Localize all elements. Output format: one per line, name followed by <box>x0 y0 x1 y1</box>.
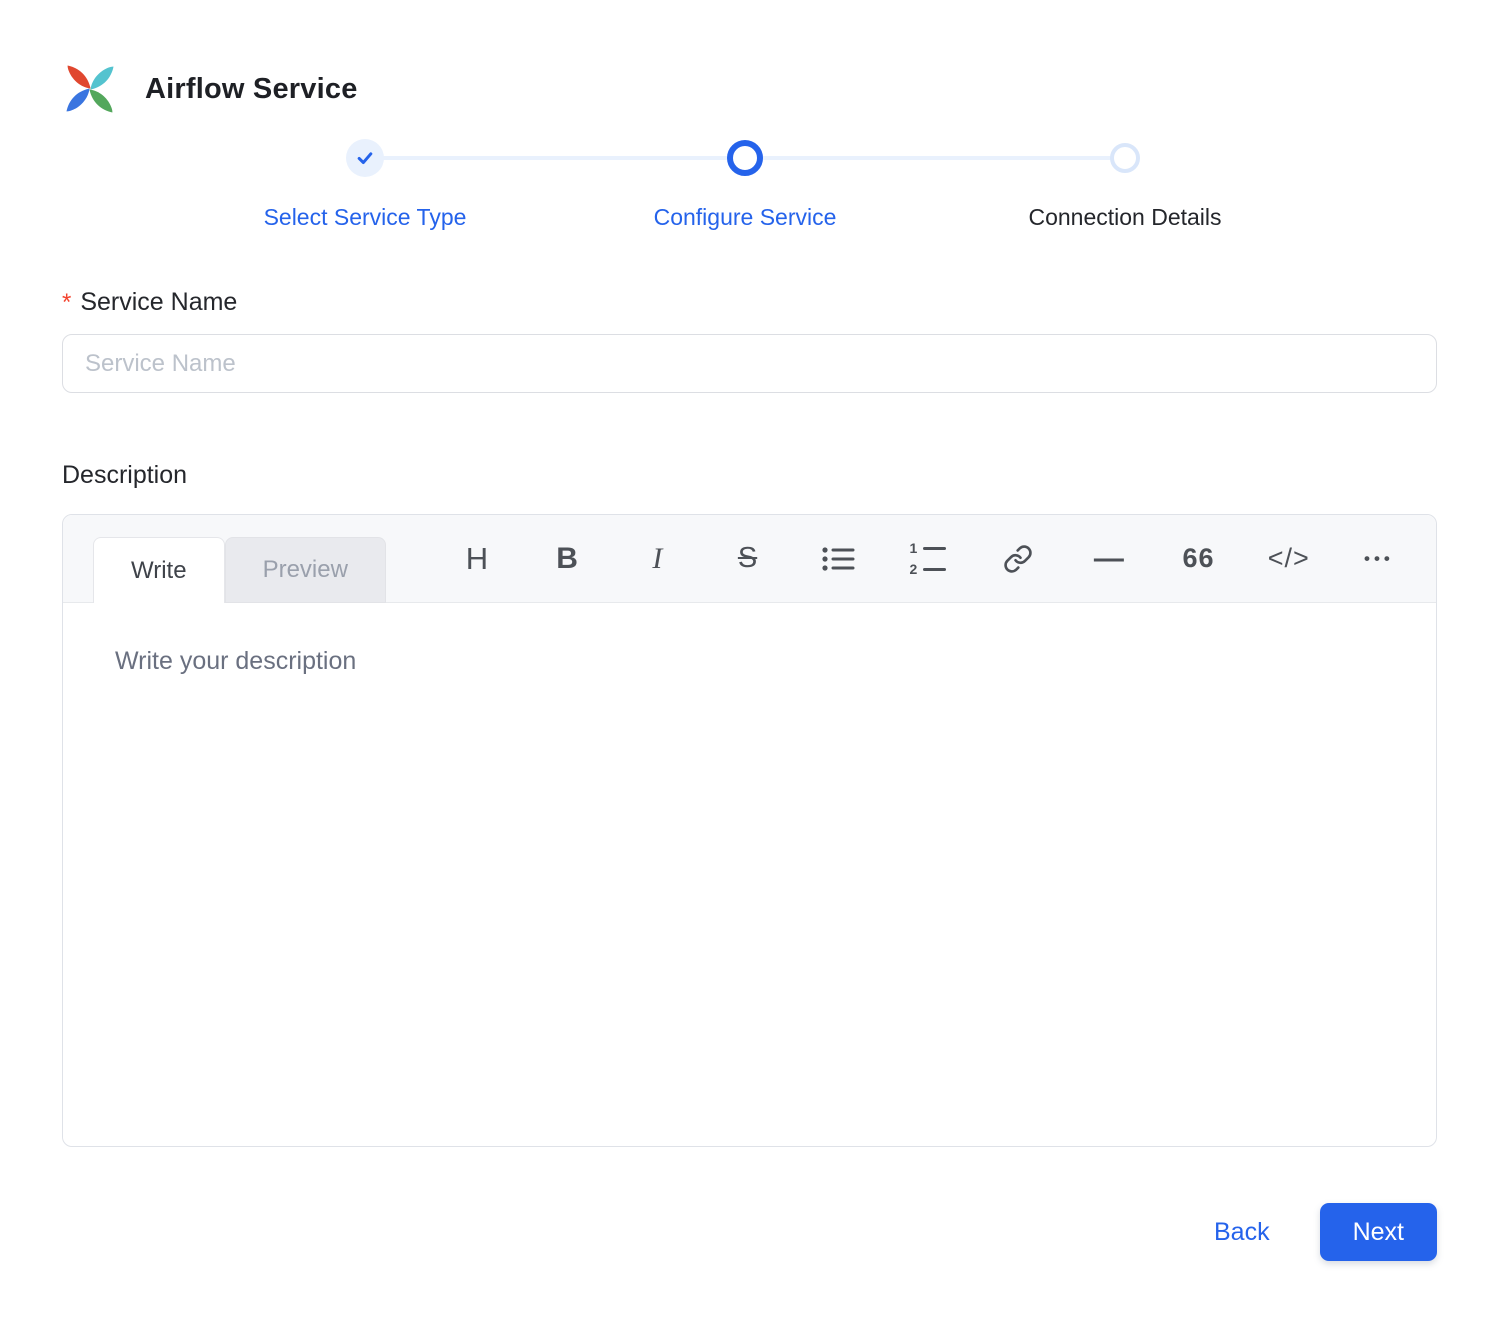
italic-icon: I <box>652 541 663 575</box>
toolbar-unordered-list-button[interactable] <box>815 536 861 582</box>
step-active-indicator <box>727 140 763 176</box>
stepper-step-select-service-type: Select Service Type <box>175 138 555 232</box>
toolbar-ordered-list-button[interactable]: 1 2 <box>905 536 951 582</box>
description-label: Description <box>62 461 188 489</box>
required-asterisk: * <box>62 289 72 316</box>
unordered-list-icon <box>822 546 855 571</box>
link-icon <box>1004 544 1032 573</box>
toolbar-heading-button[interactable]: H <box>454 536 500 582</box>
tab-write[interactable]: Write <box>93 537 225 603</box>
service-name-input[interactable] <box>62 334 1437 393</box>
tab-preview[interactable]: Preview <box>224 537 386 603</box>
editor-write-area <box>63 603 1436 1146</box>
toolbar-code-button[interactable]: </> <box>1266 536 1312 582</box>
add-service-page: Airflow Service Select Service Type Conf… <box>0 0 1502 1328</box>
stepper: Select Service Type Configure Service Co… <box>62 138 1437 232</box>
code-icon: </> <box>1267 543 1310 573</box>
back-button[interactable]: Back <box>1214 1218 1270 1247</box>
airflow-pinwheel-icon <box>66 65 114 113</box>
stepper-step-connection-details: Connection Details <box>935 138 1315 232</box>
horizontal-rule-icon: — <box>1093 541 1124 575</box>
description-markdown-editor: Write Preview H B I S 1 2 — 66 </> ••• W… <box>62 514 1437 1147</box>
description-textarea[interactable] <box>63 603 1436 1146</box>
ordered-list-icon: 1 2 <box>910 541 947 576</box>
service-name-label: * Service Name <box>62 288 238 316</box>
next-button[interactable]: Next <box>1319 1203 1437 1261</box>
more-options-icon: ••• <box>1364 548 1394 568</box>
stepper-step-configure-service: Configure Service <box>555 138 935 232</box>
toolbar-link-button[interactable] <box>995 536 1041 582</box>
strikethrough-icon: S <box>737 542 758 574</box>
page-header: Airflow Service <box>62 60 1437 118</box>
toolbar-more-button[interactable]: ••• <box>1356 536 1402 582</box>
toolbar-quote-button[interactable]: 66 <box>1176 536 1222 582</box>
editor-toolbar: Write Preview H B I S 1 2 — 66 </> ••• <box>63 515 1436 603</box>
step-label: Select Service Type <box>263 204 467 230</box>
bold-icon: B <box>556 541 578 575</box>
step-completed-indicator <box>346 139 384 177</box>
step-pending-indicator <box>1110 143 1140 173</box>
check-icon <box>357 152 373 165</box>
quote-icon: 66 <box>1182 543 1215 573</box>
toolbar-italic-button[interactable]: I <box>634 536 680 582</box>
editor-tabs: Write Preview <box>93 537 386 603</box>
step-label: Connection Details <box>1028 204 1222 230</box>
toolbar-buttons: H B I S 1 2 — 66 </> ••• <box>454 536 1416 582</box>
toolbar-horizontal-rule-button[interactable]: — <box>1085 536 1131 582</box>
step-label: Configure Service <box>653 204 837 230</box>
heading-icon: H <box>465 540 489 576</box>
toolbar-strikethrough-button[interactable]: S <box>725 536 771 582</box>
page-title: Airflow Service <box>145 72 358 105</box>
toolbar-bold-button[interactable]: B <box>544 536 590 582</box>
wizard-actions: Back Next <box>62 1203 1437 1261</box>
